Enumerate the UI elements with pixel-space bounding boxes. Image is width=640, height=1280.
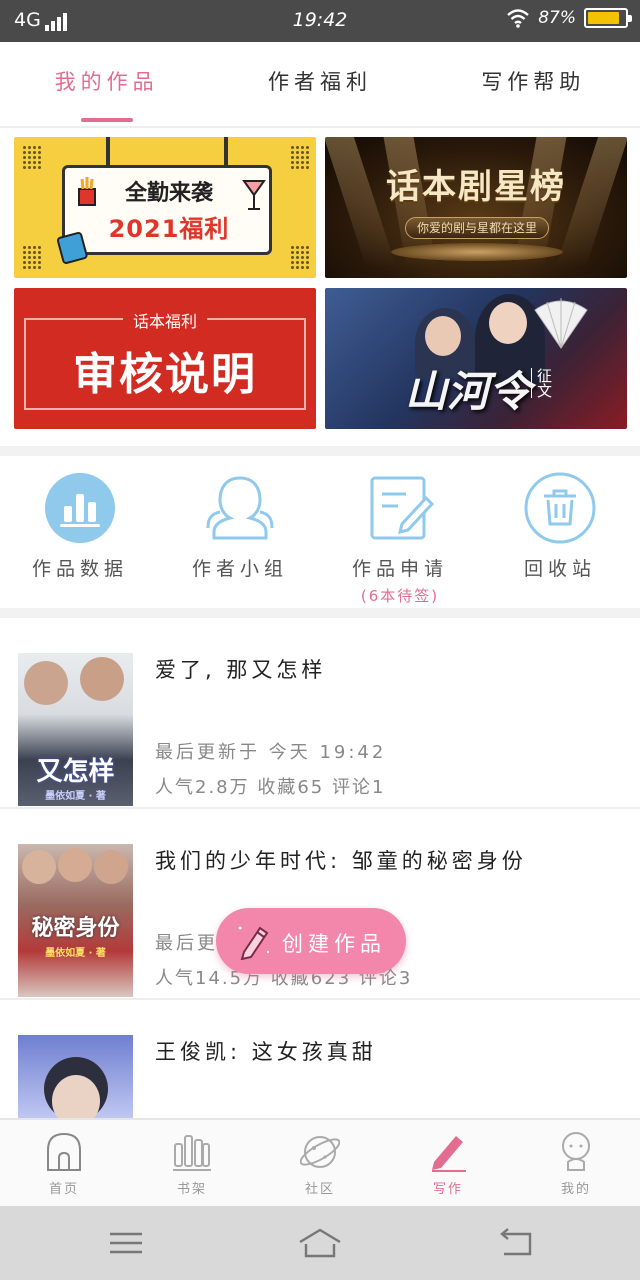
create-work-button[interactable]: 创建作品: [216, 908, 406, 974]
section-divider: [0, 446, 640, 456]
banner-review-notes[interactable]: 话本福利 审核说明: [14, 288, 316, 429]
battery-icon: [584, 8, 632, 28]
cover-face: [94, 850, 128, 884]
banner-line1: 全勤来袭: [124, 181, 213, 206]
nav-profile[interactable]: 我的: [512, 1120, 640, 1206]
banner-subtitle-text: 话本福利: [122, 312, 207, 331]
cover-title: 又怎样: [36, 757, 115, 787]
banner-title: 审核说明: [73, 349, 257, 400]
nav-write[interactable]: 写作: [384, 1120, 512, 1206]
shortcut-label: 作者小组: [191, 558, 288, 580]
nav-community[interactable]: 社区: [256, 1120, 384, 1206]
work-cover: [18, 1035, 133, 1118]
shortcut-label: 回收站: [523, 558, 596, 580]
work-cover: 又怎样 墨依如夏 · 著: [18, 653, 133, 806]
shortcut-work-data[interactable]: 作品数据: [0, 458, 160, 608]
profile-icon: [562, 1132, 590, 1171]
work-title: 王俊凯: 这女孩真甜: [155, 1040, 377, 1064]
shortcut-row: 作品数据 作者小组 作品申请 (6本待签) 回收站: [0, 458, 640, 608]
work-item[interactable]: 王俊凯: 这女孩真甜: [0, 1000, 640, 1118]
cover-face: [22, 850, 56, 884]
nav-label: 社区: [304, 1182, 335, 1197]
planet-icon: [300, 1136, 340, 1168]
tab-my-works[interactable]: 我的作品: [0, 42, 213, 126]
work-updated: 最后更新于 今天 19:42: [155, 742, 387, 763]
pen-icon: [432, 1136, 466, 1172]
nav-label: 我的: [560, 1182, 591, 1197]
cover-face: [52, 1075, 100, 1118]
battery-fill: [588, 12, 620, 24]
character-face: [425, 316, 461, 356]
cover-author: 墨依如夏 · 著: [45, 791, 106, 802]
dot-pattern: [22, 145, 42, 169]
fries-icon: [78, 177, 96, 206]
pending-count: (6本待签): [360, 587, 440, 605]
create-work-label: 创建作品: [282, 932, 386, 956]
shortcut-label: 作品申请: [351, 558, 448, 580]
edit-note-icon: [370, 476, 435, 540]
section-divider: [0, 608, 640, 618]
bottom-navigation: 首页 书架 社区 写作 我的: [0, 1118, 640, 1206]
work-cover: 秘密身份 墨依如夏 · 著: [18, 844, 133, 997]
book-icon: [56, 231, 88, 264]
shortcut-author-group[interactable]: 作者小组: [160, 458, 320, 608]
banner-title: 山河令: [405, 367, 532, 416]
banner-grid: 全勤来袭 2021福利 话本剧星榜 你爱的剧与星都在这里 话本福利 审核说明 山…: [14, 137, 628, 429]
banner-attendance-bonus[interactable]: 全勤来袭 2021福利: [14, 137, 316, 278]
dot-pattern: [290, 145, 310, 169]
character-face: [489, 302, 527, 344]
back-icon[interactable]: [494, 1226, 538, 1260]
bar-chart-icon: [45, 473, 115, 543]
work-title: 我们的少年时代: 邹童的秘密身份: [155, 849, 527, 873]
banner-star-ranking[interactable]: 话本剧星榜 你爱的剧与星都在这里: [325, 137, 627, 278]
nav-label: 书架: [176, 1182, 207, 1197]
group-icon: [206, 476, 274, 540]
trash-icon: [524, 472, 596, 544]
menu-icon[interactable]: [104, 1226, 148, 1260]
shortcut-work-application[interactable]: 作品申请 (6本待签): [320, 458, 480, 608]
work-title: 爱了, 那又怎样: [155, 658, 327, 682]
banner-tag: 征文: [531, 368, 555, 398]
tab-author-benefits[interactable]: 作者福利: [213, 42, 426, 126]
work-stats: 人气2.8万 收藏65 评论1: [155, 777, 386, 798]
top-tabs: 我的作品 作者福利 写作帮助: [0, 42, 640, 128]
dot-pattern: [290, 245, 310, 269]
home-button-icon[interactable]: [298, 1226, 342, 1260]
banner-subtitle: 话本福利: [14, 308, 316, 332]
stage-platform: [391, 243, 563, 261]
cover-face: [80, 657, 124, 701]
works-list: 又怎样 墨依如夏 · 著 爱了, 那又怎样 最后更新于 今天 19:42 人气2…: [0, 618, 640, 1118]
drink-icon: [242, 180, 266, 210]
nav-bookshelf[interactable]: 书架: [128, 1120, 256, 1206]
shortcut-recycle-bin[interactable]: 回收站: [480, 458, 640, 608]
banner-subtitle: 你爱的剧与星都在这里: [405, 217, 549, 239]
cover-author: 墨依如夏 · 著: [45, 948, 106, 959]
cover-face: [24, 661, 68, 705]
shortcut-label: 作品数据: [31, 558, 128, 580]
tab-writing-help[interactable]: 写作帮助: [427, 42, 640, 126]
bookshelf-icon: [173, 1135, 211, 1171]
system-navigation-bar: [0, 1206, 640, 1280]
nav-label: 写作: [432, 1182, 463, 1197]
work-item[interactable]: 又怎样 墨依如夏 · 著 爱了, 那又怎样 最后更新于 今天 19:42 人气2…: [0, 618, 640, 809]
folding-fan-icon: [534, 298, 588, 349]
nav-label: 首页: [48, 1182, 79, 1197]
home-icon: [47, 1132, 81, 1171]
pencil-icon: [238, 926, 270, 960]
banner-shanheling-contest[interactable]: 山河令 征文: [325, 288, 627, 429]
banner-line2: 2021福利: [108, 215, 230, 243]
nav-home[interactable]: 首页: [0, 1120, 128, 1206]
cover-face: [58, 848, 92, 882]
banner-title: 话本剧星榜: [386, 167, 566, 207]
wifi-icon: [507, 9, 530, 28]
battery-percent: 87%: [538, 8, 576, 28]
dot-pattern: [22, 245, 42, 269]
status-bar: 4G 19:42 87%: [0, 0, 640, 42]
cover-title: 秘密身份: [31, 916, 120, 941]
